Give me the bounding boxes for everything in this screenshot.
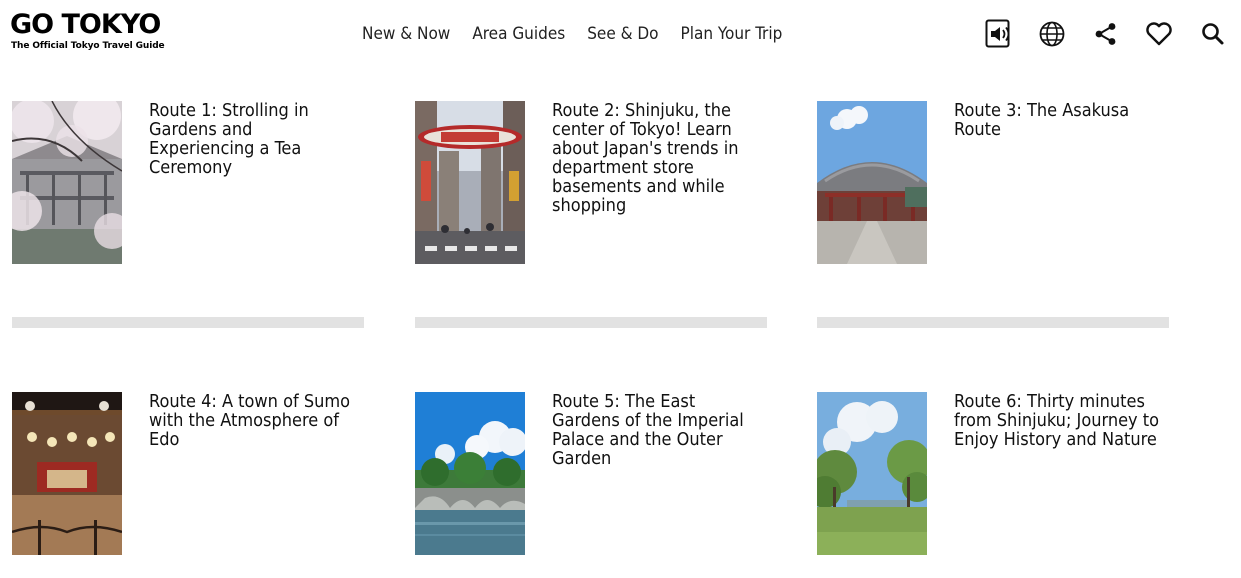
route-1-image[interactable] [12,101,122,264]
route-6-title[interactable]: Route 6: Thirty minutes from Shinjuku; J… [954,392,1164,449]
card-divider [817,317,1169,328]
site-header: GO TOKYO The Official Tokyo Travel Guide… [0,0,1241,70]
route-5-image[interactable] [415,392,525,555]
heart-icon[interactable] [1143,18,1175,50]
route-card-3[interactable]: Route 3: The Asakusa Route [817,101,1177,271]
route-6-image[interactable] [817,392,927,555]
route-card-2[interactable]: Route 2: Shinjuku, the center of Tokyo! … [415,101,775,271]
route-card-4[interactable]: Route 4: A town of Sumo with the Atmosph… [12,392,372,562]
globe-icon[interactable] [1036,18,1068,50]
route-card-5[interactable]: Route 5: The East Gardens of the Imperia… [415,392,775,562]
route-2-title[interactable]: Route 2: Shinjuku, the center of Tokyo! … [552,101,762,215]
route-4-title[interactable]: Route 4: A town of Sumo with the Atmosph… [149,392,359,449]
route-card-6[interactable]: Route 6: Thirty minutes from Shinjuku; J… [817,392,1177,562]
card-divider [12,317,364,328]
search-icon[interactable] [1197,18,1229,50]
speaker-icon[interactable] [984,18,1016,50]
card-divider [415,317,767,328]
route-3-image[interactable] [817,101,927,264]
route-card-1[interactable]: Route 1: Strolling in Gardens and Experi… [12,101,372,271]
share-icon[interactable] [1090,18,1122,50]
route-5-title[interactable]: Route 5: The East Gardens of the Imperia… [552,392,762,468]
route-1-title[interactable]: Route 1: Strolling in Gardens and Experi… [149,101,359,177]
route-3-title[interactable]: Route 3: The Asakusa Route [954,101,1164,139]
route-4-image[interactable] [12,392,122,555]
header-icons [0,18,1241,50]
route-2-image[interactable] [415,101,525,264]
